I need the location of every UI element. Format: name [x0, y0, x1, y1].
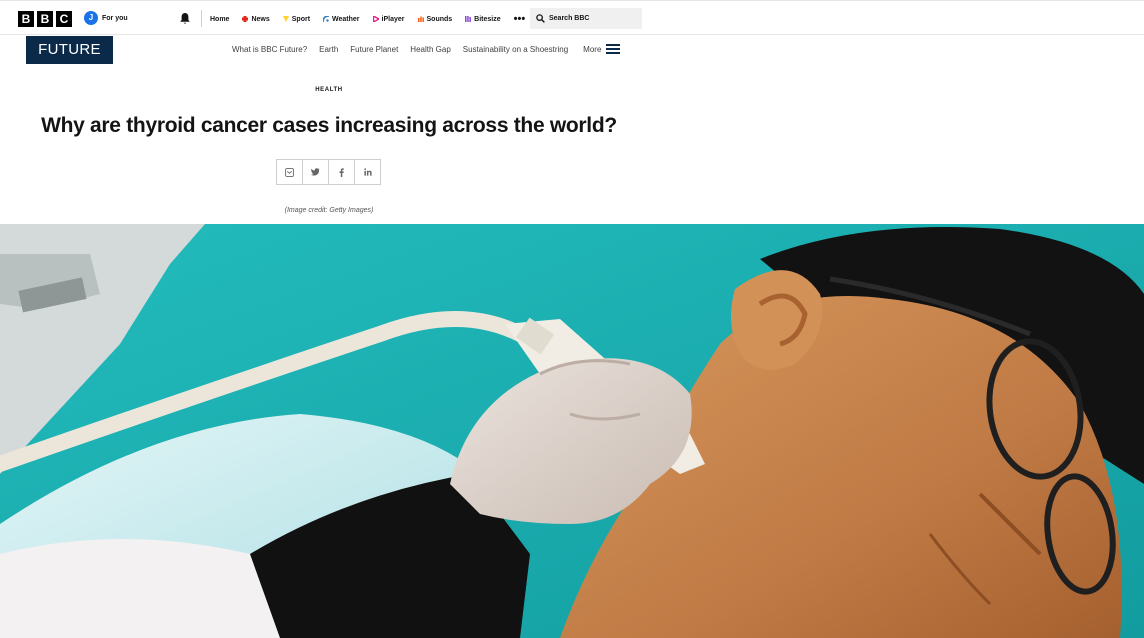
hero-image [0, 224, 1144, 638]
share-buttons [276, 159, 381, 185]
nav-news-label: News [251, 15, 270, 23]
nav-weather-label: Weather [332, 15, 360, 23]
for-you-label: For you [102, 14, 128, 22]
future-nav-health-gap[interactable]: Health Gap [410, 45, 450, 54]
share-linkedin-button[interactable] [354, 159, 381, 185]
bbc-global-nav: B B C J For you Home News Sport Weather … [0, 0, 1144, 35]
future-more-button[interactable]: More [583, 44, 621, 54]
article-headline: Why are thyroid cancer cases increasing … [41, 114, 617, 137]
iplayer-icon [372, 16, 379, 22]
nav-iplayer-label: iPlayer [381, 15, 405, 23]
more-menu-icon[interactable]: ••• [514, 14, 526, 25]
section-tag[interactable]: HEALTH [0, 87, 658, 93]
bbc-logo[interactable]: B B C [18, 11, 72, 27]
nav-sport[interactable]: Sport [282, 12, 311, 26]
hamburger-menu-icon [606, 44, 621, 54]
future-nav-earth[interactable]: Earth [319, 45, 338, 54]
nav-sounds-label: Sounds [426, 15, 453, 23]
news-icon [242, 16, 249, 22]
sounds-icon [417, 16, 424, 22]
twitter-icon [311, 168, 320, 176]
nav-sport-label: Sport [291, 15, 311, 23]
for-you-button[interactable]: J For you [84, 11, 128, 25]
sport-icon [282, 16, 289, 22]
nav-divider [201, 10, 202, 27]
facebook-icon [339, 167, 344, 177]
future-nav-sustainability[interactable]: Sustainability on a Shoestring [463, 45, 568, 54]
avatar: J [84, 11, 98, 25]
global-nav-links: Home News Sport Weather iPlayer Sounds B… [210, 12, 525, 26]
future-section-nav: What is BBC Future? Earth Future Planet … [232, 44, 621, 54]
future-logo[interactable]: FUTURE [26, 36, 113, 64]
email-icon [285, 167, 294, 177]
search-box[interactable]: Search BBC [530, 8, 642, 29]
nav-iplayer[interactable]: iPlayer [372, 12, 405, 26]
nav-home-label: Home [210, 15, 230, 23]
nav-bitesize-label: Bitesize [474, 15, 501, 23]
nav-news[interactable]: News [242, 12, 270, 26]
bitesize-icon [465, 16, 472, 22]
nav-home[interactable]: Home [210, 12, 229, 26]
nav-weather[interactable]: Weather [323, 12, 360, 26]
share-twitter-button[interactable] [302, 159, 329, 185]
linkedin-icon [363, 168, 372, 176]
share-email-button[interactable] [276, 159, 303, 185]
bbc-logo-letter: C [56, 11, 72, 27]
bbc-logo-letter: B [18, 11, 34, 27]
search-label: Search BBC [549, 15, 590, 22]
nav-bitesize[interactable]: Bitesize [465, 12, 501, 26]
bbc-logo-letter: B [37, 11, 53, 27]
share-facebook-button[interactable] [328, 159, 355, 185]
future-nav-future-planet[interactable]: Future Planet [350, 45, 398, 54]
image-credit: (Image credit: Getty Images) [284, 207, 374, 214]
search-icon [536, 14, 545, 23]
weather-icon [323, 16, 330, 22]
more-label: More [583, 44, 602, 54]
nav-sounds[interactable]: Sounds [417, 12, 453, 26]
notifications-bell-icon[interactable] [179, 12, 191, 25]
future-nav-what-is[interactable]: What is BBC Future? [232, 45, 307, 54]
